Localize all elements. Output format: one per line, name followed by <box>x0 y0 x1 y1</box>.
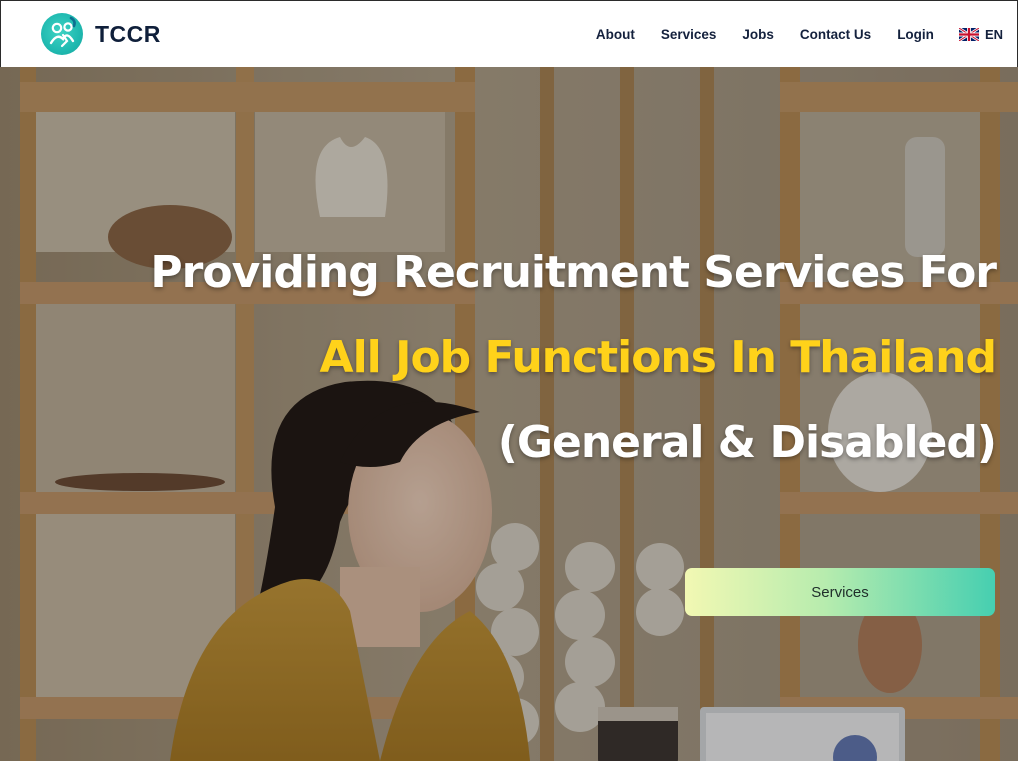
brand-name: TCCR <box>95 20 161 47</box>
language-switcher[interactable]: EN <box>958 27 1003 42</box>
hero-headline-line2: All Job Functions In Thailand <box>319 332 997 383</box>
nav-about[interactable]: About <box>596 27 635 42</box>
hero-section: Providing Recruitment Services For All J… <box>0 67 1018 761</box>
language-label: EN <box>984 27 1003 42</box>
main-nav: About Services Jobs Contact Us Login EN <box>570 1 1003 68</box>
nav-jobs[interactable]: Jobs <box>742 27 774 42</box>
site-header: TCCR About Services Jobs Contact Us Logi… <box>0 0 1018 67</box>
hero-overlay <box>0 67 1018 761</box>
services-button[interactable]: Services <box>685 568 995 616</box>
hero-headline-line1: Providing Recruitment Services For <box>150 247 997 298</box>
nav-login[interactable]: Login <box>897 27 934 42</box>
uk-flag-icon <box>958 28 979 41</box>
nav-services[interactable]: Services <box>661 27 717 42</box>
nav-contact-us[interactable]: Contact Us <box>800 27 871 42</box>
hero-headline-line3: (General & Disabled) <box>497 417 997 468</box>
puzzle-people-logo-icon <box>41 13 83 55</box>
brand-logo-link[interactable]: TCCR <box>41 13 161 55</box>
